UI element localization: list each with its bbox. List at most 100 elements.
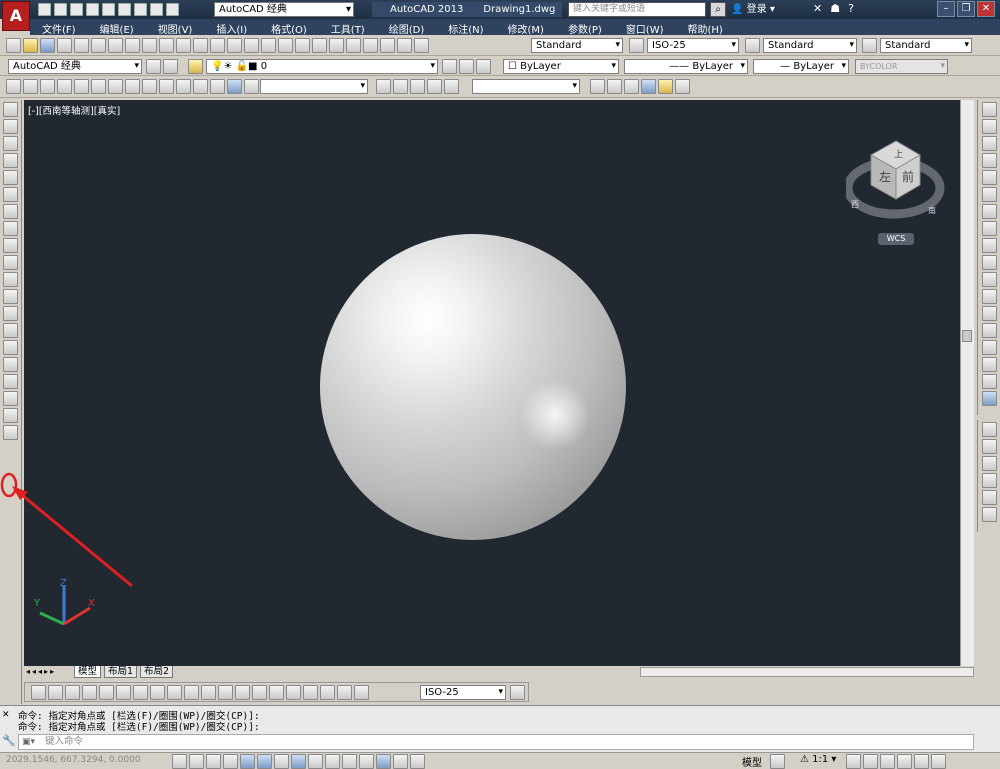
text-style-select[interactable]: Standard <box>531 38 623 53</box>
aligned-dim-icon[interactable] <box>48 685 63 700</box>
make-current-layer-icon[interactable] <box>442 59 457 74</box>
offset-icon[interactable] <box>982 153 997 168</box>
color-select[interactable]: ☐ ByLayer <box>503 59 619 74</box>
arc-length-icon[interactable] <box>65 685 80 700</box>
workspace-settings-icon[interactable] <box>166 3 179 16</box>
zoom-icon[interactable] <box>393 79 408 94</box>
pyramid-icon[interactable] <box>108 79 123 94</box>
multileader-style-icon[interactable] <box>862 38 877 53</box>
search-icon[interactable]: ⌕ <box>710 2 726 17</box>
viewport-controls-label[interactable]: [-][西南等轴测][真实] <box>28 103 120 117</box>
hatch-icon[interactable] <box>3 340 18 355</box>
jogged-icon[interactable] <box>116 685 131 700</box>
infer-constraints-icon[interactable] <box>172 754 187 769</box>
lock-toolbar-icon[interactable] <box>880 754 895 769</box>
wedge-icon[interactable] <box>74 79 89 94</box>
blend-curves-icon[interactable] <box>982 374 997 389</box>
menu-tools[interactable]: 工具(T) <box>319 19 377 36</box>
viewcube-left-face[interactable]: 左 <box>879 169 891 184</box>
bring-above-icon[interactable] <box>982 456 997 471</box>
break-at-point-icon[interactable] <box>982 289 997 304</box>
new-icon[interactable] <box>38 3 51 16</box>
ellipse-arc-icon[interactable] <box>3 272 18 287</box>
minimize-icon[interactable]: – <box>937 1 955 17</box>
quick-dim-icon[interactable] <box>167 685 182 700</box>
insert-block-icon[interactable] <box>3 289 18 304</box>
circle-icon[interactable] <box>3 204 18 219</box>
menu-format[interactable]: 格式(O) <box>259 19 319 36</box>
close-command-icon[interactable]: ✕ <box>2 710 10 720</box>
model-space-toggle[interactable]: 模型 <box>742 754 762 769</box>
redo-icon[interactable] <box>227 38 242 53</box>
exchange-icon[interactable]: ✕ <box>813 2 822 17</box>
tool-palettes-icon[interactable] <box>346 38 361 53</box>
diameter-icon[interactable] <box>133 685 148 700</box>
transparency-icon[interactable] <box>359 754 374 769</box>
multileader-style-select[interactable]: Standard <box>880 38 972 53</box>
add-selected-icon[interactable] <box>3 425 18 440</box>
fillet-icon[interactable] <box>982 357 997 372</box>
ordinate-icon[interactable] <box>82 685 97 700</box>
chamfer-icon[interactable] <box>982 340 997 355</box>
hatch-to-back-icon[interactable] <box>982 507 997 522</box>
shaded-style-icon[interactable] <box>641 79 656 94</box>
send-under-icon[interactable] <box>982 473 997 488</box>
linear-dim-icon[interactable] <box>31 685 46 700</box>
region-icon[interactable] <box>3 374 18 389</box>
recent-commands-icon[interactable]: ▣▾ <box>22 737 35 747</box>
copy-object-icon[interactable] <box>982 119 997 134</box>
save-as-icon[interactable] <box>86 3 99 16</box>
render-icon[interactable] <box>675 79 690 94</box>
undo-icon[interactable] <box>134 3 147 16</box>
text-to-front-icon[interactable] <box>982 490 997 505</box>
menu-insert[interactable]: 插入(I) <box>204 19 259 36</box>
angular-icon[interactable] <box>150 685 165 700</box>
baseline-icon[interactable] <box>184 685 199 700</box>
table-style-select[interactable]: Standard <box>763 38 857 53</box>
otrack-icon[interactable] <box>291 754 306 769</box>
redo-icon[interactable] <box>150 3 163 16</box>
sphere-icon[interactable] <box>57 79 72 94</box>
layer-states-icon[interactable] <box>476 59 491 74</box>
line-icon[interactable] <box>3 102 18 117</box>
jogged-linear-icon[interactable] <box>303 685 318 700</box>
viewcube-top-face[interactable]: 上 <box>894 149 903 160</box>
match-properties-icon[interactable] <box>176 38 191 53</box>
menu-parametric[interactable]: 参数(P) <box>556 19 614 36</box>
move-icon[interactable] <box>982 187 997 202</box>
design-center-icon[interactable] <box>329 38 344 53</box>
layer-properties-icon[interactable] <box>188 59 203 74</box>
bring-to-front-icon[interactable] <box>982 422 997 437</box>
preview-icon[interactable] <box>74 38 89 53</box>
compass-west[interactable]: 西 <box>851 200 859 209</box>
command-input[interactable]: 键入命令 <box>18 734 974 750</box>
quick-view-layouts-icon[interactable] <box>770 754 785 769</box>
hidden-icon[interactable] <box>210 79 225 94</box>
osnap-icon[interactable] <box>257 754 272 769</box>
paste-icon[interactable] <box>159 38 174 53</box>
table-icon[interactable] <box>3 391 18 406</box>
walk-icon[interactable] <box>427 79 442 94</box>
open-icon[interactable] <box>54 3 67 16</box>
dim-break-icon[interactable] <box>235 685 250 700</box>
dim-style-dropdown[interactable]: ISO-25 <box>420 685 506 700</box>
tab-layout1[interactable]: 布局1 <box>104 666 138 678</box>
copy-icon[interactable] <box>142 38 157 53</box>
orbit-icon[interactable] <box>410 79 425 94</box>
menu-file[interactable]: 文件(F) <box>30 19 88 36</box>
ortho-icon[interactable] <box>223 754 238 769</box>
undo-icon[interactable] <box>210 38 225 53</box>
autocad-logo-icon[interactable]: A <box>2 1 30 31</box>
inspection-icon[interactable] <box>286 685 301 700</box>
customize-wrench-icon[interactable]: 🔧 <box>2 734 16 747</box>
clean-screen-icon[interactable] <box>931 754 946 769</box>
center-mark-icon[interactable] <box>269 685 284 700</box>
loft-icon[interactable] <box>176 79 191 94</box>
polygon-icon[interactable] <box>3 153 18 168</box>
sweep-icon[interactable] <box>159 79 174 94</box>
isolate-objects-icon[interactable] <box>914 754 929 769</box>
polyline-icon[interactable] <box>3 136 18 151</box>
torus-icon[interactable] <box>91 79 106 94</box>
point-icon[interactable] <box>3 323 18 338</box>
join-icon[interactable] <box>982 323 997 338</box>
